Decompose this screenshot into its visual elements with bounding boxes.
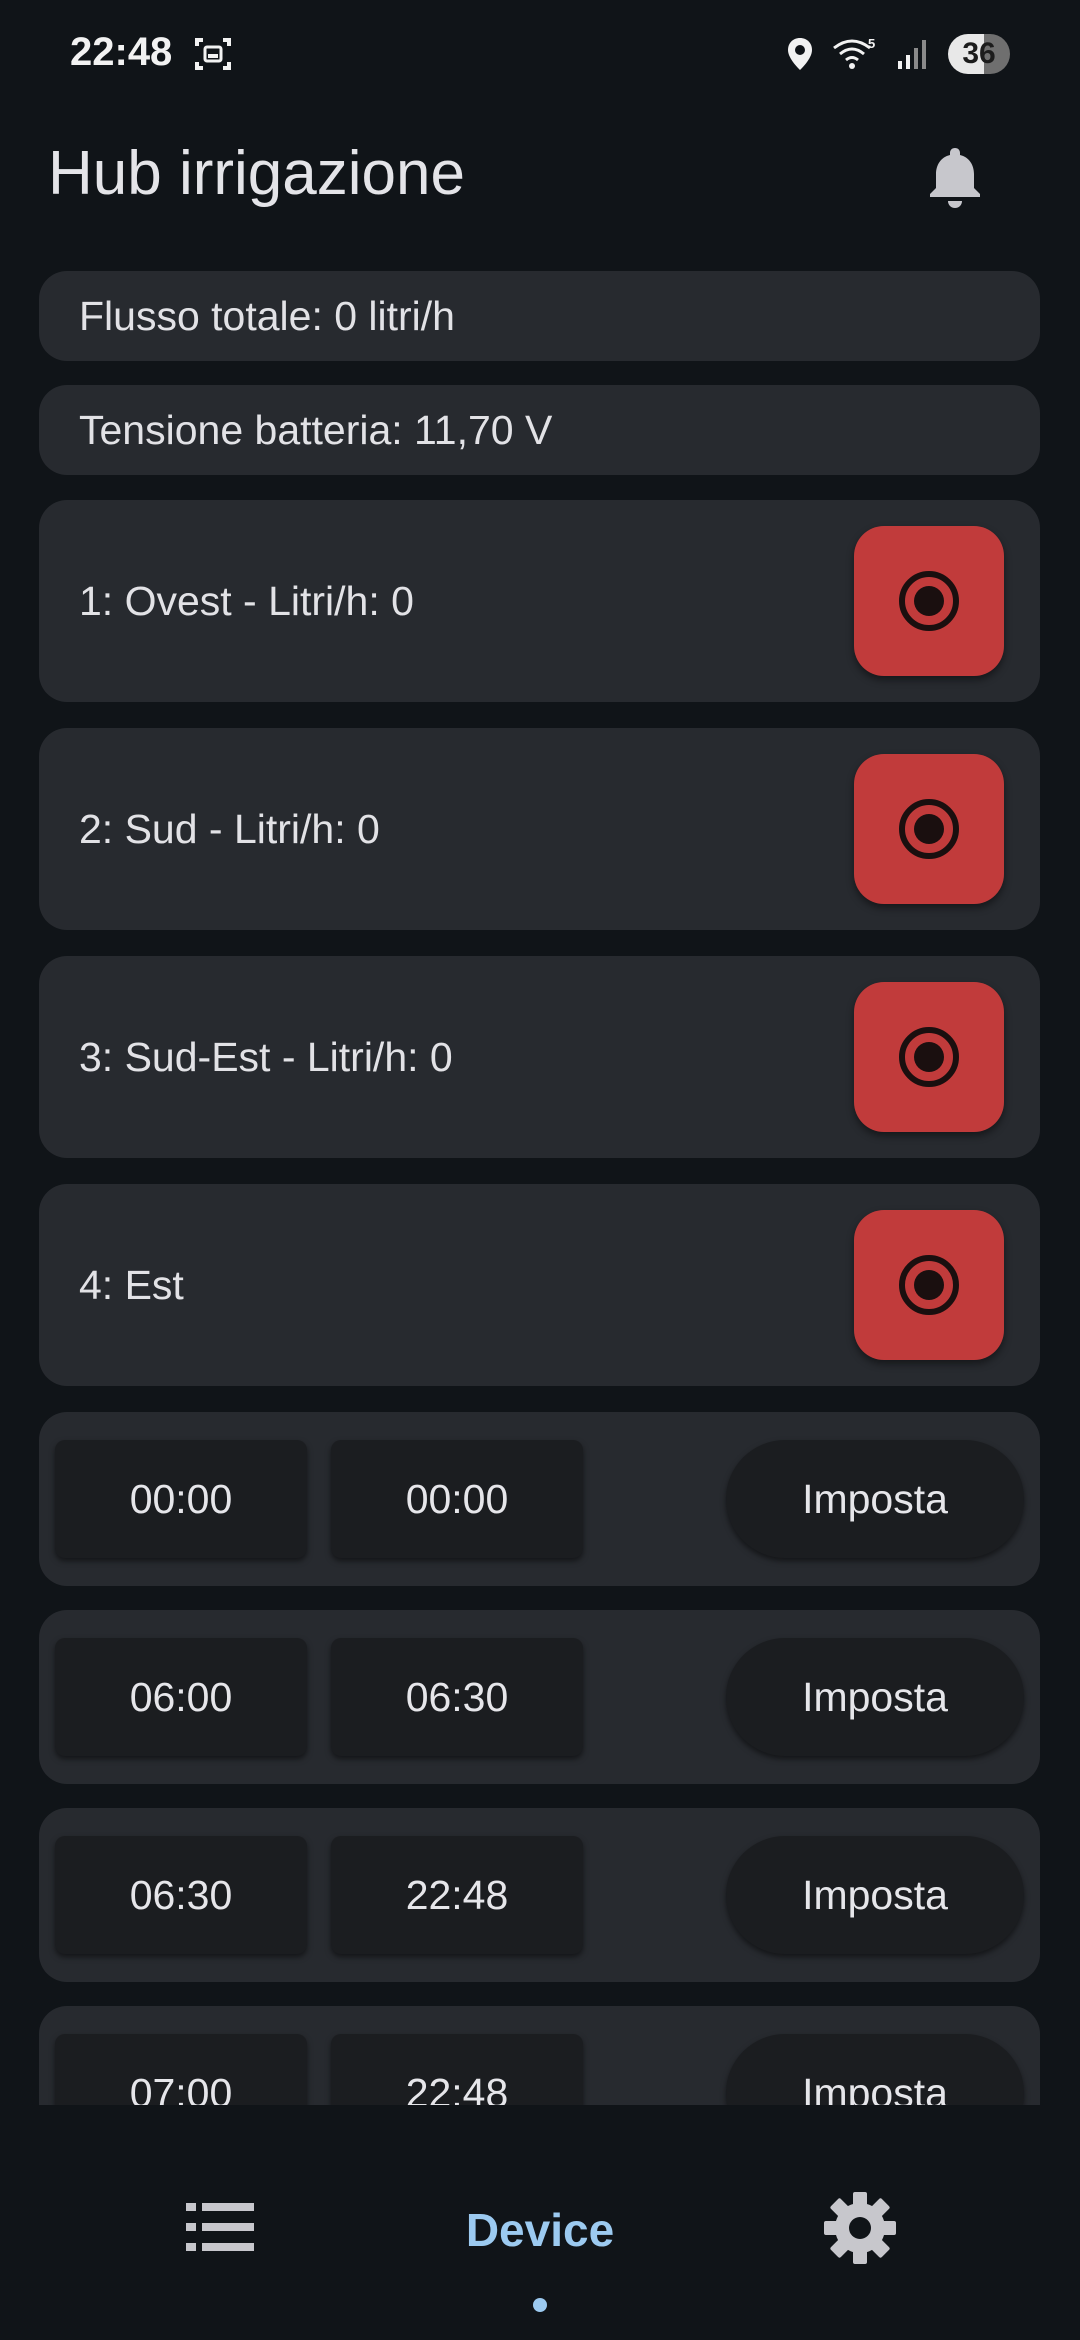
zone-4-toggle-button[interactable] (854, 1210, 1004, 1360)
nav-device-tab[interactable]: Device (440, 2203, 640, 2257)
status-bar: 22:48 5 36 (0, 0, 1080, 110)
bell-icon[interactable] (925, 144, 985, 210)
zone-card-2: 2: Sud - Litri/h: 0 (39, 728, 1040, 930)
start-time-field[interactable]: 06:00 (55, 1638, 307, 1756)
total-flow-card: Flusso totale: 0 litri/h (39, 271, 1040, 361)
record-icon (899, 571, 959, 631)
zone-card-4: 4: Est (39, 1184, 1040, 1386)
end-time-field[interactable]: 22:48 (331, 2034, 583, 2105)
svg-text:5: 5 (868, 36, 875, 51)
set-schedule-button[interactable]: Imposta (726, 2034, 1024, 2105)
set-schedule-button[interactable]: Imposta (726, 1440, 1024, 1558)
app-bar: Hub irrigazione (0, 110, 1080, 240)
battery-voltage-label: Tensione batteria: 11,70 V (79, 406, 553, 453)
zone-card-3: 3: Sud-Est - Litri/h: 0 (39, 956, 1040, 1158)
schedule-card-4: 07:00 22:48 Imposta (39, 2006, 1040, 2105)
status-time: 22:48 (70, 30, 173, 74)
start-time-field[interactable]: 07:00 (55, 2034, 307, 2105)
zone-label: 1: Ovest - Litri/h: 0 (79, 577, 414, 624)
set-schedule-button[interactable]: Imposta (726, 1638, 1024, 1756)
zone-label: 2: Sud - Litri/h: 0 (79, 805, 380, 852)
schedule-card-1: 00:00 00:00 Imposta (39, 1412, 1040, 1586)
battery-voltage-card: Tensione batteria: 11,70 V (39, 385, 1040, 475)
record-icon (899, 1027, 959, 1087)
total-flow-label: Flusso totale: 0 litri/h (79, 292, 455, 339)
battery-icon: 36 (948, 34, 1010, 74)
zone-label: 4: Est (79, 1261, 184, 1308)
schedule-card-2: 06:00 06:30 Imposta (39, 1610, 1040, 1784)
signal-icon (898, 40, 926, 69)
zone-3-toggle-button[interactable] (854, 982, 1004, 1132)
record-icon (899, 1255, 959, 1315)
active-tab-indicator (533, 2298, 547, 2312)
gear-icon[interactable] (823, 2191, 897, 2265)
wifi-icon: 5 (833, 36, 875, 69)
page-title: Hub irrigazione (48, 139, 465, 208)
zone-label: 3: Sud-Est - Litri/h: 0 (79, 1033, 453, 1080)
bottom-navigation: Device (0, 2105, 1080, 2340)
start-time-field[interactable]: 06:30 (55, 1836, 307, 1954)
zone-1-toggle-button[interactable] (854, 526, 1004, 676)
end-time-field[interactable]: 22:48 (331, 1836, 583, 1954)
main-content[interactable]: Flusso totale: 0 litri/h Tensione batter… (0, 270, 1080, 2105)
screenshot-icon (195, 38, 231, 70)
zone-card-1: 1: Ovest - Litri/h: 0 (39, 500, 1040, 702)
end-time-field[interactable]: 00:00 (331, 1440, 583, 1558)
schedule-card-3: 06:30 22:48 Imposta (39, 1808, 1040, 1982)
start-time-field[interactable]: 00:00 (55, 1440, 307, 1558)
record-icon (899, 799, 959, 859)
location-icon (788, 38, 812, 70)
list-icon[interactable] (184, 2197, 256, 2257)
zone-2-toggle-button[interactable] (854, 754, 1004, 904)
set-schedule-button[interactable]: Imposta (726, 1836, 1024, 1954)
end-time-field[interactable]: 06:30 (331, 1638, 583, 1756)
